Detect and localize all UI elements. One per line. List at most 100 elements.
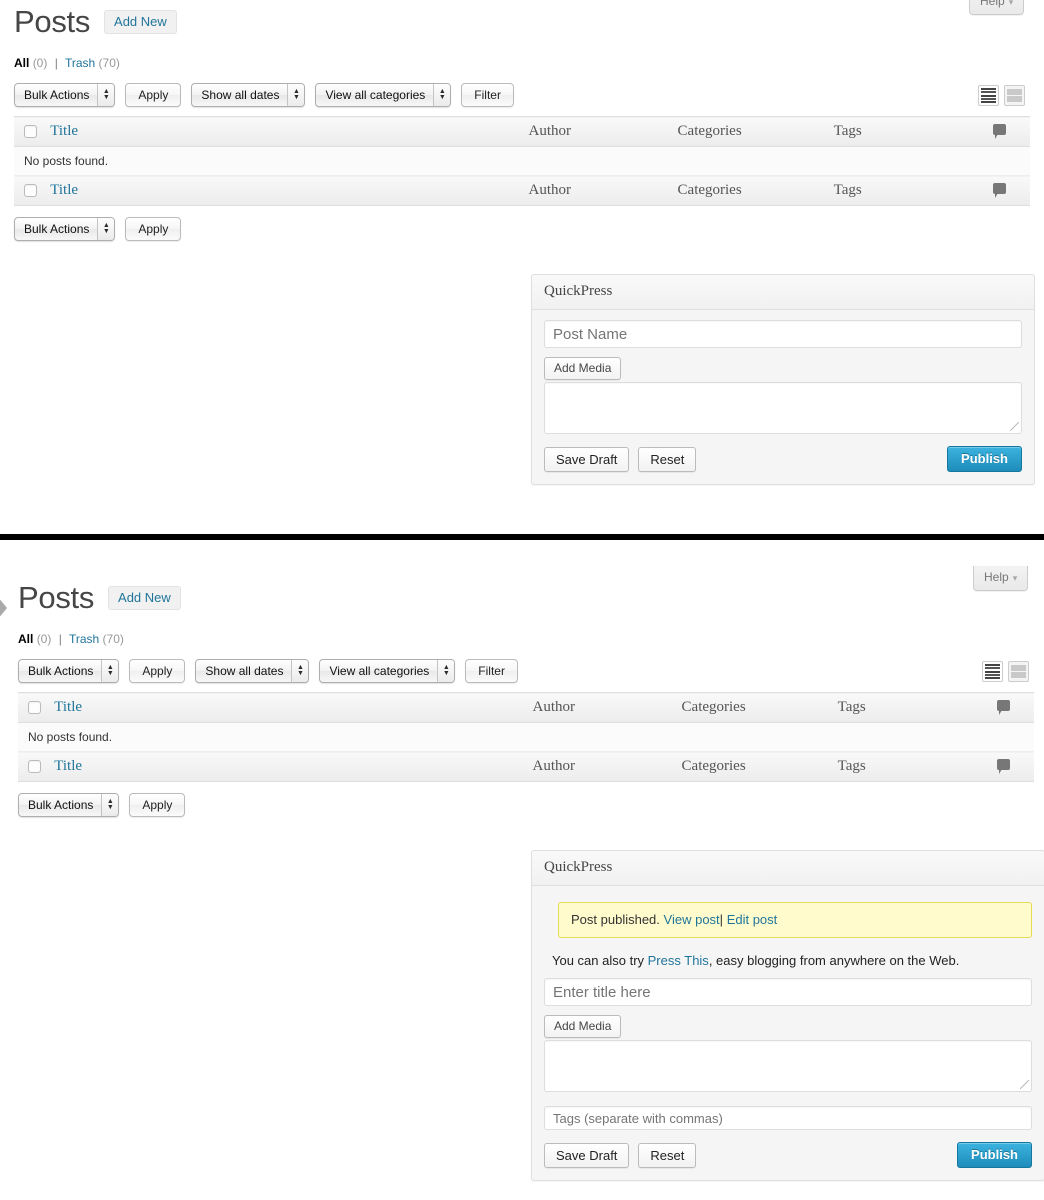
column-title-link-footer[interactable]: Title — [54, 758, 82, 774]
column-author-footer: Author — [532, 751, 682, 782]
collapse-menu-arrow-icon[interactable] — [0, 597, 7, 619]
select-all-checkbox-footer[interactable] — [24, 184, 37, 198]
select-all-checkbox-footer[interactable] — [28, 760, 41, 774]
save-draft-button-bottom[interactable]: Save Draft — [544, 1142, 630, 1168]
filter-button[interactable]: Filter — [461, 83, 514, 107]
column-title: Title — [54, 692, 533, 723]
category-filter-value-bottom: View all categories — [329, 664, 430, 678]
column-categories-footer: Categories — [681, 751, 838, 782]
chevron-down-icon: ▾ — [1008, 0, 1014, 7]
column-tags: Tags — [833, 116, 970, 147]
date-filter-select[interactable]: Show all dates ▲ ▼ — [191, 83, 306, 107]
date-filter-value-bottom: Show all dates — [205, 664, 284, 678]
page-title-bottom: Posts — [18, 580, 95, 615]
add-new-button[interactable]: Add New — [104, 9, 177, 34]
quickpress-box-bottom: QuickPress Post published. View post| Ed… — [531, 850, 1044, 1181]
bulk-actions-select[interactable]: Bulk Actions ▲ ▼ — [14, 83, 116, 107]
help-tab-label-bottom: Help — [984, 570, 1009, 584]
edit-post-link[interactable]: Edit post — [727, 912, 778, 927]
bulk-actions-value-footer: Bulk Actions — [24, 222, 90, 236]
posts-table-top: Title Author Categories Tags No posts fo… — [14, 116, 1030, 206]
table-header-row: Title Author Categories Tags — [18, 692, 1034, 723]
column-comments-footer — [973, 751, 1034, 782]
column-categories-footer: Categories — [677, 175, 834, 206]
bulk-actions-select-footer[interactable]: Bulk Actions ▲ ▼ — [14, 217, 116, 241]
comment-bubble-icon — [993, 183, 1007, 198]
column-title-link[interactable]: Title — [54, 699, 82, 715]
add-media-button[interactable]: Add Media — [544, 357, 622, 380]
column-author-footer: Author — [528, 175, 678, 206]
select-all-checkbox[interactable] — [28, 701, 41, 715]
filter-bar-footer-bottom: Bulk Actions ▲ ▼ Apply — [18, 793, 195, 817]
status-count-all: (0) — [32, 56, 48, 70]
quickpress-title-input[interactable] — [544, 320, 1022, 348]
status-count-all-bottom: (0) — [36, 632, 52, 646]
filter-bar-top: Bulk Actions ▲ ▼ Apply Show all dates ▲ ▼ … — [14, 83, 524, 107]
column-title-link[interactable]: Title — [50, 123, 78, 139]
bulk-actions-value-footer-bottom: Bulk Actions — [28, 798, 94, 812]
quickpress-content-textarea[interactable] — [544, 382, 1022, 434]
status-link-trash-bottom[interactable]: Trash — [69, 632, 99, 646]
list-view-icon[interactable] — [982, 661, 1003, 682]
table-footer-row: Title Author Categories Tags — [14, 175, 1030, 206]
bulk-actions-select-footer-bottom[interactable]: Bulk Actions ▲ ▼ — [18, 793, 120, 817]
publish-button-bottom[interactable]: Publish — [957, 1142, 1032, 1168]
status-link-all-bottom[interactable]: All — [18, 632, 33, 646]
help-tab-bottom[interactable]: Help ▾ — [973, 566, 1029, 591]
column-author: Author — [532, 692, 682, 723]
column-title-link-footer[interactable]: Title — [50, 182, 78, 198]
select-all-header[interactable] — [14, 116, 51, 147]
press-this-link[interactable]: Press This — [648, 953, 709, 968]
add-media-button-bottom[interactable]: Add Media — [544, 1015, 622, 1038]
save-draft-button[interactable]: Save Draft — [544, 446, 630, 472]
category-filter-select[interactable]: View all categories ▲ ▼ — [315, 83, 452, 107]
page-header-bottom: Posts Add New — [18, 582, 181, 613]
apply-button-bottom[interactable]: Apply — [129, 659, 186, 683]
date-filter-select-bottom[interactable]: Show all dates ▲ ▼ — [195, 659, 310, 683]
quickpress-box-top: QuickPress Add Media Save Draft Reset Pu… — [531, 274, 1035, 485]
apply-button[interactable]: Apply — [125, 83, 182, 107]
column-tags-footer: Tags — [833, 175, 970, 206]
add-new-button-bottom[interactable]: Add New — [108, 585, 181, 610]
select-all-header-bottom[interactable] — [18, 692, 55, 723]
excerpt-view-icon[interactable] — [1004, 85, 1025, 106]
stepper-arrows-icon: ▲ ▼ — [97, 218, 115, 240]
notice-separator: | — [719, 912, 724, 927]
chevron-down-icon: ▾ — [1012, 573, 1018, 583]
help-tab-label: Help — [980, 0, 1005, 8]
publish-button[interactable]: Publish — [947, 446, 1022, 472]
status-link-all[interactable]: All — [14, 56, 29, 70]
press-this-line: You can also try Press This, easy bloggi… — [552, 952, 1032, 969]
stepper-arrows-icon: ▲ ▼ — [291, 660, 309, 682]
quickpress-title-input-bottom[interactable] — [544, 978, 1032, 1006]
filter-button-bottom[interactable]: Filter — [465, 659, 518, 683]
view-post-link[interactable]: View post — [664, 912, 720, 927]
select-all-footer-header-bottom[interactable] — [18, 751, 55, 782]
quickpress-heading: QuickPress — [532, 275, 1034, 310]
quickpress-content-textarea-bottom[interactable] — [544, 1040, 1032, 1092]
column-title-footer: Title — [54, 751, 533, 782]
table-header-row: Title Author Categories Tags — [14, 116, 1030, 147]
reset-button[interactable]: Reset — [638, 446, 697, 472]
empty-state-row-bottom: No posts found. — [18, 722, 1034, 752]
select-all-checkbox[interactable] — [24, 125, 37, 139]
quickpress-actions-bottom: Save Draft Reset Publish — [544, 1142, 1032, 1168]
comment-bubble-icon — [993, 124, 1007, 139]
category-filter-select-bottom[interactable]: View all categories ▲ ▼ — [319, 659, 456, 683]
status-link-trash[interactable]: Trash — [65, 56, 95, 70]
quickpress-heading-bottom: QuickPress — [532, 851, 1044, 886]
apply-button-footer[interactable]: Apply — [125, 217, 182, 241]
column-comments-footer — [969, 175, 1030, 206]
excerpt-view-icon[interactable] — [1008, 661, 1029, 682]
quickpress-tags-input[interactable] — [544, 1106, 1032, 1130]
bulk-actions-select-bottom[interactable]: Bulk Actions ▲ ▼ — [18, 659, 120, 683]
status-separator-bottom: | — [58, 632, 62, 646]
select-all-footer-header[interactable] — [14, 175, 51, 206]
column-tags: Tags — [837, 692, 974, 723]
reset-button-bottom[interactable]: Reset — [638, 1142, 697, 1168]
apply-button-footer-bottom[interactable]: Apply — [129, 793, 186, 817]
list-view-icon[interactable] — [978, 85, 999, 106]
stepper-arrows-icon: ▲ ▼ — [101, 660, 119, 682]
column-author: Author — [528, 116, 678, 147]
help-tab[interactable]: Help ▾ — [969, 0, 1025, 15]
